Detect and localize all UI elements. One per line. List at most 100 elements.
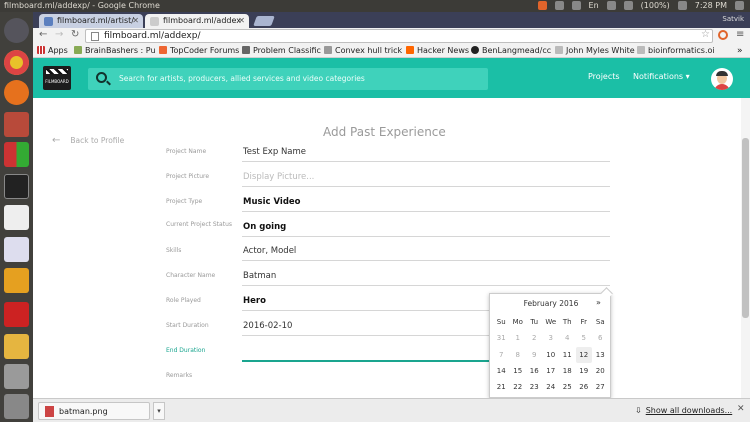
reload-icon[interactable]: ↻ bbox=[71, 29, 79, 40]
dropbox-icon[interactable] bbox=[554, 1, 564, 10]
bluetooth-icon[interactable] bbox=[606, 1, 616, 10]
bookmark-item[interactable]: Hacker News bbox=[406, 46, 469, 55]
start-duration-input[interactable]: 2016-02-10 bbox=[243, 321, 292, 331]
day-cell[interactable]: 26 bbox=[576, 379, 593, 395]
day-cell[interactable]: 18 bbox=[559, 363, 576, 379]
close-icon[interactable]: ✕ bbox=[132, 16, 139, 25]
vlc-icon[interactable] bbox=[537, 1, 547, 10]
avatar[interactable] bbox=[711, 68, 733, 90]
day-cell[interactable]: 24 bbox=[543, 379, 560, 395]
new-tab-button[interactable] bbox=[253, 16, 275, 26]
weekday-label: Th bbox=[562, 318, 572, 326]
day-cell-today[interactable]: 12 bbox=[575, 346, 592, 363]
bookmark-item[interactable]: John Myles White bbox=[555, 46, 635, 55]
system-settings-icon[interactable] bbox=[4, 205, 29, 230]
datepicker-month-title[interactable]: February 2016 bbox=[490, 299, 612, 308]
datepicker-popup: February 2016 » Su Mo Tu We Th Fr Sa 31 … bbox=[489, 293, 611, 398]
address-bar[interactable]: filmboard.ml/addexp/ bbox=[85, 29, 713, 43]
nav-notifications-dropdown[interactable]: Notifications ▾ bbox=[633, 72, 690, 81]
clock[interactable]: 7:28 PM bbox=[695, 1, 727, 10]
project-type-select[interactable]: Music Video bbox=[243, 197, 301, 207]
day-cell[interactable]: 27 bbox=[592, 379, 609, 395]
day-cell[interactable]: 7 bbox=[493, 347, 510, 363]
download-options-button[interactable]: ▾ bbox=[153, 402, 165, 420]
character-name-input[interactable]: Batman bbox=[243, 271, 276, 281]
bookmark-item[interactable]: Convex hull trick bbox=[324, 46, 402, 55]
dash-icon[interactable] bbox=[4, 18, 29, 43]
firefox-icon[interactable] bbox=[4, 80, 29, 105]
bookmark-item[interactable]: bioinformatics.oi bbox=[637, 46, 715, 55]
more-bookmarks-icon[interactable]: » bbox=[737, 46, 743, 56]
gear-icon[interactable] bbox=[735, 1, 744, 10]
day-cell[interactable]: 1 bbox=[510, 330, 527, 346]
bookmark-apps[interactable]: Apps bbox=[37, 46, 68, 55]
day-cell[interactable]: 17 bbox=[543, 363, 560, 379]
archive-icon[interactable] bbox=[4, 334, 29, 359]
bookmark-item[interactable]: BrainBashers : Pu bbox=[74, 46, 156, 55]
forward-arrow-icon[interactable]: → bbox=[55, 29, 63, 40]
day-cell[interactable]: 15 bbox=[510, 363, 527, 379]
software-center-icon[interactable] bbox=[4, 142, 29, 167]
image-file-icon bbox=[45, 406, 54, 417]
download-item[interactable]: batman.png bbox=[38, 402, 150, 420]
datepicker-next-button[interactable]: » bbox=[596, 298, 601, 307]
wifi-icon[interactable] bbox=[571, 1, 581, 10]
field-label: Character Name bbox=[166, 272, 216, 279]
page-scrollbar[interactable] bbox=[741, 98, 750, 398]
chrome-icon[interactable] bbox=[4, 50, 29, 75]
workspaces-icon[interactable] bbox=[4, 364, 29, 389]
day-cell[interactable]: 3 bbox=[543, 330, 560, 346]
day-cell[interactable]: 31 bbox=[493, 330, 510, 346]
page-info-icon[interactable] bbox=[91, 32, 99, 41]
volume-icon[interactable] bbox=[677, 1, 687, 10]
profile-name[interactable]: Satvik bbox=[722, 15, 744, 23]
bookmark-item[interactable]: BenLangmead/cc bbox=[471, 46, 551, 55]
menu-icon[interactable]: ≡ bbox=[736, 29, 744, 40]
role-played-select[interactable]: Hero bbox=[243, 296, 266, 306]
terminal-icon[interactable] bbox=[4, 174, 29, 199]
day-cell[interactable]: 5 bbox=[576, 330, 593, 346]
filezilla-icon[interactable] bbox=[4, 302, 29, 327]
files-icon[interactable] bbox=[4, 112, 29, 137]
day-cell[interactable]: 11 bbox=[559, 347, 576, 363]
bookmark-item[interactable]: Problem Classific bbox=[242, 46, 321, 55]
tab-addexp[interactable]: filmboard.ml/addex ✕ bbox=[145, 14, 249, 28]
day-cell[interactable]: 19 bbox=[576, 363, 593, 379]
day-cell[interactable]: 10 bbox=[543, 347, 560, 363]
day-cell[interactable]: 2 bbox=[526, 330, 543, 346]
sublime-text-icon[interactable] bbox=[4, 268, 29, 293]
trash-icon[interactable] bbox=[4, 394, 29, 419]
extension-icon[interactable] bbox=[718, 30, 728, 40]
day-cell[interactable]: 13 bbox=[592, 347, 609, 363]
project-name-input[interactable]: Test Exp Name bbox=[243, 147, 306, 157]
day-cell[interactable]: 4 bbox=[559, 330, 576, 346]
show-all-downloads-link[interactable]: ⇩ Show all downloads... bbox=[635, 406, 732, 415]
app-launcher bbox=[0, 12, 33, 422]
day-cell[interactable]: 20 bbox=[592, 363, 609, 379]
skills-input[interactable]: Actor, Model bbox=[243, 246, 296, 256]
search-input[interactable]: Search for artists, producers, allied se… bbox=[88, 68, 488, 90]
tab-artist[interactable]: filmboard.ml/artist/ ✕ bbox=[39, 14, 143, 28]
project-picture-input[interactable]: Display Picture... bbox=[243, 172, 314, 182]
day-cell[interactable]: 8 bbox=[510, 347, 527, 363]
day-cell[interactable]: 9 bbox=[526, 347, 543, 363]
battery-icon[interactable] bbox=[623, 1, 633, 10]
star-icon[interactable]: ☆ bbox=[701, 29, 710, 40]
day-cell[interactable]: 6 bbox=[592, 330, 609, 346]
project-status-select[interactable]: On going bbox=[243, 222, 286, 232]
keyboard-layout[interactable]: En bbox=[589, 1, 599, 10]
close-icon[interactable]: ✕ bbox=[238, 16, 245, 25]
bookmark-item[interactable]: TopCoder Forums bbox=[159, 46, 239, 55]
day-cell[interactable]: 16 bbox=[526, 363, 543, 379]
day-cell[interactable]: 23 bbox=[526, 379, 543, 395]
nav-projects-link[interactable]: Projects bbox=[588, 72, 620, 81]
day-cell[interactable]: 21 bbox=[493, 379, 510, 395]
scrollbar-thumb[interactable] bbox=[742, 138, 749, 318]
close-icon[interactable]: ✕ bbox=[737, 404, 745, 414]
filmboard-logo[interactable]: FILMBOARD bbox=[43, 66, 71, 90]
day-cell[interactable]: 14 bbox=[493, 363, 510, 379]
document-viewer-icon[interactable] bbox=[4, 237, 29, 262]
back-arrow-icon[interactable]: ← bbox=[39, 29, 47, 40]
day-cell[interactable]: 22 bbox=[510, 379, 527, 395]
day-cell[interactable]: 25 bbox=[559, 379, 576, 395]
